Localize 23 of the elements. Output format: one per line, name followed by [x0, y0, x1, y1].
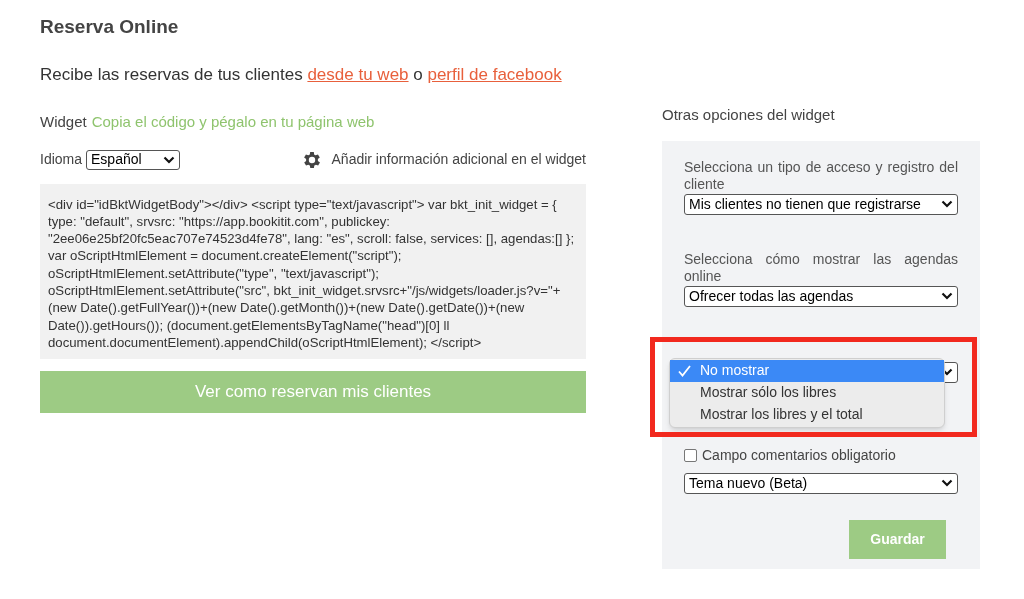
field-label: Selecciona cómo mostrar las agendas online — [684, 250, 958, 285]
chevron-down-icon — [163, 155, 176, 164]
options-heading: Otras opciones del widget — [662, 105, 835, 125]
widget-hint: Copia el código y pégalo en tu página web — [91, 112, 375, 132]
language-select[interactable]: Español — [86, 149, 181, 170]
code-block: <div id="idBktWidgetBody"></div> <script type="text/javascript"> var bkt_init_widget = { type: "default", srvsrc: "https://app.bookitit.com", publickey: "2ee06e25bf20fc5eac707e74523d4fe78", lang: "es", scroll: false, services: [], agendas:[] }; var oScriptHtmlElement = document.createElement("script"); oScriptHtmlElement.setAttribute("type", "text/javascript"); oScriptHtmlElement.setAttribute("src", bkt_init_widget.srvsrc+"/js/widgets/loader.js?v="+(new Date().getFullYear())+(new Date().getMonth())+(new Date().getDate())+(new Date()).getHours()); (document.getElementsByTagName("head")[0] ll document.documentElement).appendChild(oScriptHtmlElement); </script> — [40, 183, 586, 359]
select-field[interactable]: Mis clientes no tienen que registrarse — [684, 193, 958, 215]
checkbox[interactable] — [684, 448, 697, 462]
checkbox-label: Campo comentarios obligatorio — [702, 445, 896, 465]
intro-text: Recibe las reservas de tus clientes desde tu web o perfil de facebook — [40, 63, 562, 86]
checkmark-icon — [678, 364, 691, 377]
chevron-down-icon — [941, 200, 953, 208]
chevron-down-icon — [941, 292, 953, 300]
widget-label: Widget — [40, 112, 87, 132]
select-field[interactable]: Ofrecer todas las agendas — [684, 285, 958, 307]
add-info-link[interactable]: Añadir información adicional en el widget — [331, 149, 586, 170]
select-field[interactable]: Tema nuevo (Beta) — [684, 472, 958, 494]
field-label: Selecciona un tipo de acceso y registro del cliente — [684, 158, 958, 193]
page-title: Reserva Online — [40, 15, 179, 39]
chevron-down-icon — [941, 479, 953, 487]
menu-item[interactable]: Mostrar los libres y el total — [670, 403, 944, 426]
menu-item[interactable]: Mostrar sólo los libres — [670, 381, 944, 404]
language-label: Idioma — [40, 150, 83, 169]
